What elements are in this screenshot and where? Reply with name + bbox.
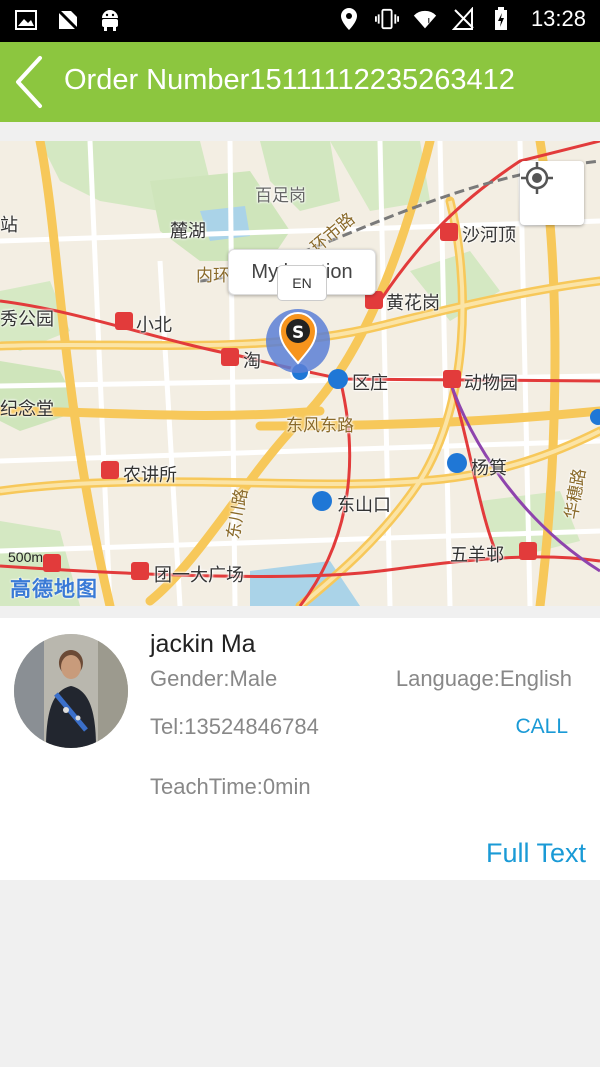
teacher-card: jackin Ma Gender:Male Language:English T… [0, 618, 600, 880]
title-bar: Order Number15111112235263412 [0, 42, 600, 122]
android-icon [98, 8, 122, 32]
svg-text:!: ! [427, 17, 431, 29]
vibrate-icon [374, 7, 399, 31]
map-label: 站 [0, 215, 18, 235]
map-label: 农讲所 [123, 465, 177, 485]
map-provider-logo: 高德地图 [10, 578, 98, 601]
gender-text: Gender:Male [150, 666, 278, 691]
locate-me-button[interactable] [520, 161, 584, 225]
map-label: 五羊邨 [450, 545, 504, 565]
back-button[interactable] [8, 54, 54, 110]
teacher-name: jackin Ma [150, 630, 256, 658]
language-marker-tag: EN [277, 265, 327, 301]
wifi-icon: ! [413, 7, 437, 31]
map-label: 纪念堂 [0, 399, 54, 419]
map-label: 小北 [136, 315, 172, 335]
map-label: 秀公园 [0, 309, 54, 329]
map-label: 杨箕 [471, 458, 507, 478]
map-label: 沙河顶 [462, 225, 516, 245]
status-bar: ! 13:28 [0, 0, 600, 42]
map-label: 东风东路 [286, 416, 354, 435]
map-label: 东山口 [337, 495, 391, 515]
language-text: Language:English [395, 666, 572, 691]
page-title: Order Number15111112235263412 [64, 64, 515, 96]
location-pin-icon [337, 7, 361, 31]
map-label: 动物园 [464, 373, 518, 393]
map-label: 麓湖 [170, 221, 206, 241]
teach-time-text: TeachTime:0min [150, 774, 311, 799]
crosshair-icon [521, 162, 553, 194]
image-icon [14, 8, 38, 32]
telephone-text: Tel:13524846784 [150, 714, 319, 739]
map-label: 百足岗 [255, 186, 306, 205]
no-signal-icon [451, 7, 475, 31]
chevron-left-icon [16, 56, 42, 108]
avatar [14, 634, 128, 748]
full-text-link[interactable]: Full Text [486, 838, 586, 869]
map-label: 团一大广场 [154, 565, 244, 585]
map-label: 区庄 [352, 373, 388, 393]
clock: 13:28 [530, 6, 586, 31]
map-label: 黄花岗 [386, 293, 440, 313]
svg-text:S: S [292, 323, 304, 343]
map-view[interactable]: S 站 百足岗 麓湖 沙河顶 内环 环市路 黄花岗 秀公园 小北 淘 区庄 动物… [0, 141, 600, 606]
battery-icon [489, 7, 513, 31]
call-button[interactable]: CALL [515, 715, 568, 739]
no-sim-icon [56, 8, 80, 32]
map-scale: 500m [8, 549, 44, 565]
map-label: 淘 [243, 351, 261, 371]
map-label: 内环 [196, 266, 230, 285]
